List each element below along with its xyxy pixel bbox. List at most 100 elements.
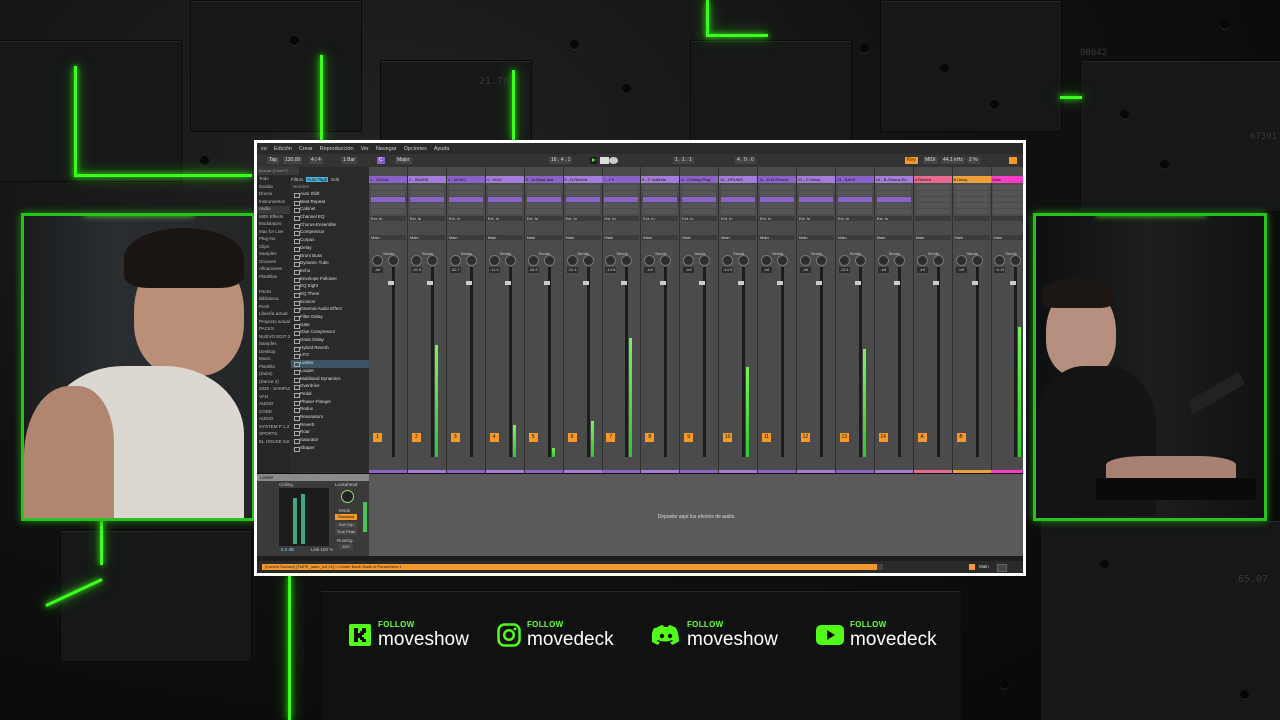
- clip-slot[interactable]: [643, 203, 678, 208]
- send-knob[interactable]: [799, 255, 811, 266]
- status-toggle-icon[interactable]: [969, 564, 975, 570]
- clip-slot[interactable]: [721, 191, 756, 196]
- browser-item[interactable]: Multiband Dynamics: [291, 376, 369, 384]
- track-name[interactable]: 1 - VOCAL: [369, 176, 407, 183]
- track-activator[interactable]: 10: [723, 433, 733, 442]
- volume-fader[interactable]: [897, 267, 901, 457]
- clip-slot[interactable]: [915, 209, 950, 214]
- track-activator[interactable]: 6: [567, 433, 577, 442]
- clip-slot[interactable]: [798, 209, 833, 214]
- scale-select[interactable]: Major: [395, 157, 412, 164]
- browser-place-item[interactable]: Samples: [257, 251, 290, 259]
- send-knob[interactable]: [644, 255, 656, 266]
- track-name[interactable]: 9 - X-Delay Plug: [680, 176, 719, 183]
- clip-slot[interactable]: [993, 203, 1023, 208]
- browser-place-item[interactable]: Modulators: [257, 221, 290, 229]
- clip-slot[interactable]: [526, 191, 561, 196]
- menu-item[interactable]: Reproducción: [320, 146, 354, 152]
- output-select[interactable]: Main: [759, 235, 795, 240]
- clip-slot[interactable]: [565, 191, 600, 196]
- browser-item[interactable]: Compressor: [291, 229, 369, 237]
- browser-item[interactable]: Shaper: [291, 445, 369, 453]
- track-name[interactable]: 4 - KICK: [485, 176, 524, 183]
- edit-button[interactable]: Edit: [331, 177, 339, 182]
- loop-length-field[interactable]: 4 . 0 . 0: [735, 157, 756, 164]
- track-activator[interactable]: 8: [645, 433, 655, 442]
- social-kick[interactable]: FOLLOW moveshow: [348, 618, 469, 652]
- output-select[interactable]: Main: [603, 235, 640, 240]
- input-type-select[interactable]: Ext. In: [603, 216, 640, 221]
- input-type-select[interactable]: Ext. In: [875, 216, 912, 221]
- track-activator[interactable]: 7: [606, 433, 616, 442]
- send-knob[interactable]: [426, 255, 438, 266]
- browser-search-input[interactable]: Buscar (Cmd+F): [257, 167, 299, 175]
- browser-place-item[interactable]: SYSTEM P 1.3: [257, 424, 290, 432]
- browser-place-item[interactable]: (Dubs): [257, 371, 290, 379]
- clip-slot[interactable]: [487, 209, 522, 214]
- track-activator[interactable]: 1: [373, 433, 382, 442]
- volume-fader[interactable]: [781, 267, 784, 457]
- play-button[interactable]: [590, 157, 597, 164]
- clip-slot[interactable]: [915, 185, 950, 190]
- key-select[interactable]: C: [377, 157, 385, 164]
- browser-item[interactable]: Resonators: [291, 414, 369, 422]
- browser-item[interactable]: Delay: [291, 245, 369, 253]
- tap-button[interactable]: Tap: [267, 157, 280, 164]
- clip-slot[interactable]: [993, 197, 1023, 202]
- clip-slot[interactable]: [837, 185, 872, 190]
- track-name[interactable]: 7 - FX: [602, 176, 641, 183]
- fader-handle[interactable]: [426, 281, 433, 285]
- clip-slot[interactable]: [409, 203, 444, 208]
- input-type-select[interactable]: Ext. In: [797, 216, 834, 221]
- browser-item[interactable]: Overdrive: [291, 383, 369, 391]
- volume-readout[interactable]: -16.9: [527, 267, 539, 273]
- clip-slot[interactable]: [954, 203, 989, 208]
- send-knob[interactable]: [893, 255, 905, 266]
- volume-readout[interactable]: -14.6: [605, 267, 617, 273]
- volume-readout[interactable]: -11.4: [488, 267, 500, 273]
- browser-item[interactable]: LFO: [291, 352, 369, 360]
- volume-readout[interactable]: -14.3: [722, 267, 734, 273]
- browser-place-item[interactable]: 2025 - SAMPLE: [257, 386, 290, 394]
- browser-place-item[interactable]: Audio: [257, 206, 290, 214]
- browser-place-item[interactable]: Desktop: [257, 349, 290, 357]
- browser-place-item[interactable]: Todo: [257, 176, 290, 184]
- track-activator[interactable]: 9: [684, 433, 694, 442]
- input-type-select[interactable]: [953, 216, 990, 221]
- volume-fader[interactable]: [430, 267, 434, 457]
- send-knob[interactable]: [410, 255, 422, 266]
- clip-slot[interactable]: [487, 185, 522, 190]
- track-name[interactable]: 11 - D-M Reverb: [758, 176, 796, 183]
- browser-place-item[interactable]: Max for Live: [257, 229, 290, 237]
- browser-place-item[interactable]: Instrumentos: [257, 199, 290, 207]
- browser-place-item[interactable]: (Dance 2): [257, 379, 290, 387]
- status-arrow-icon[interactable]: [877, 564, 883, 570]
- clip-slot[interactable]: [682, 191, 717, 196]
- browser-place-item[interactable]: Plug-ins: [257, 236, 290, 244]
- browser-place-item[interactable]: Biblioteca: [257, 296, 290, 304]
- browser-place-item[interactable]: AUDIO: [257, 416, 290, 424]
- effects-drop-zone[interactable]: Deposite aquí los efectos de audio: [369, 474, 1023, 556]
- volume-fader[interactable]: [508, 267, 512, 457]
- output-select[interactable]: Main: [642, 235, 679, 240]
- browser-place-item[interactable]: PACKS: [257, 326, 290, 334]
- clip-slot[interactable]: [760, 185, 794, 190]
- browser-item[interactable]: External Audio Effect: [291, 306, 369, 314]
- send-knob[interactable]: [777, 255, 788, 266]
- track-name[interactable]: Main: [991, 176, 1023, 183]
- browser-place-item[interactable]: Grooves: [257, 259, 290, 267]
- menu-item[interactable]: Navegar: [376, 146, 397, 152]
- browser-item[interactable]: EQ Three: [291, 291, 369, 299]
- browser-item[interactable]: Cabinet: [291, 206, 369, 214]
- browser-place-item[interactable]: Clips: [257, 244, 290, 252]
- browser-item[interactable]: EQ Eight: [291, 283, 369, 291]
- clip-slot[interactable]: [682, 209, 717, 214]
- browser-place-item[interactable]: CODE: [257, 409, 290, 417]
- browser-place-item[interactable]: MIDI Effects: [257, 214, 290, 222]
- clip-slot[interactable]: [604, 191, 639, 196]
- clip-slot[interactable]: [993, 191, 1023, 196]
- browser-place-item[interactable]: Plantilla: [257, 364, 290, 372]
- output-select[interactable]: Main: [992, 235, 1023, 240]
- volume-fader[interactable]: [664, 267, 668, 457]
- fader-handle[interactable]: [932, 281, 939, 285]
